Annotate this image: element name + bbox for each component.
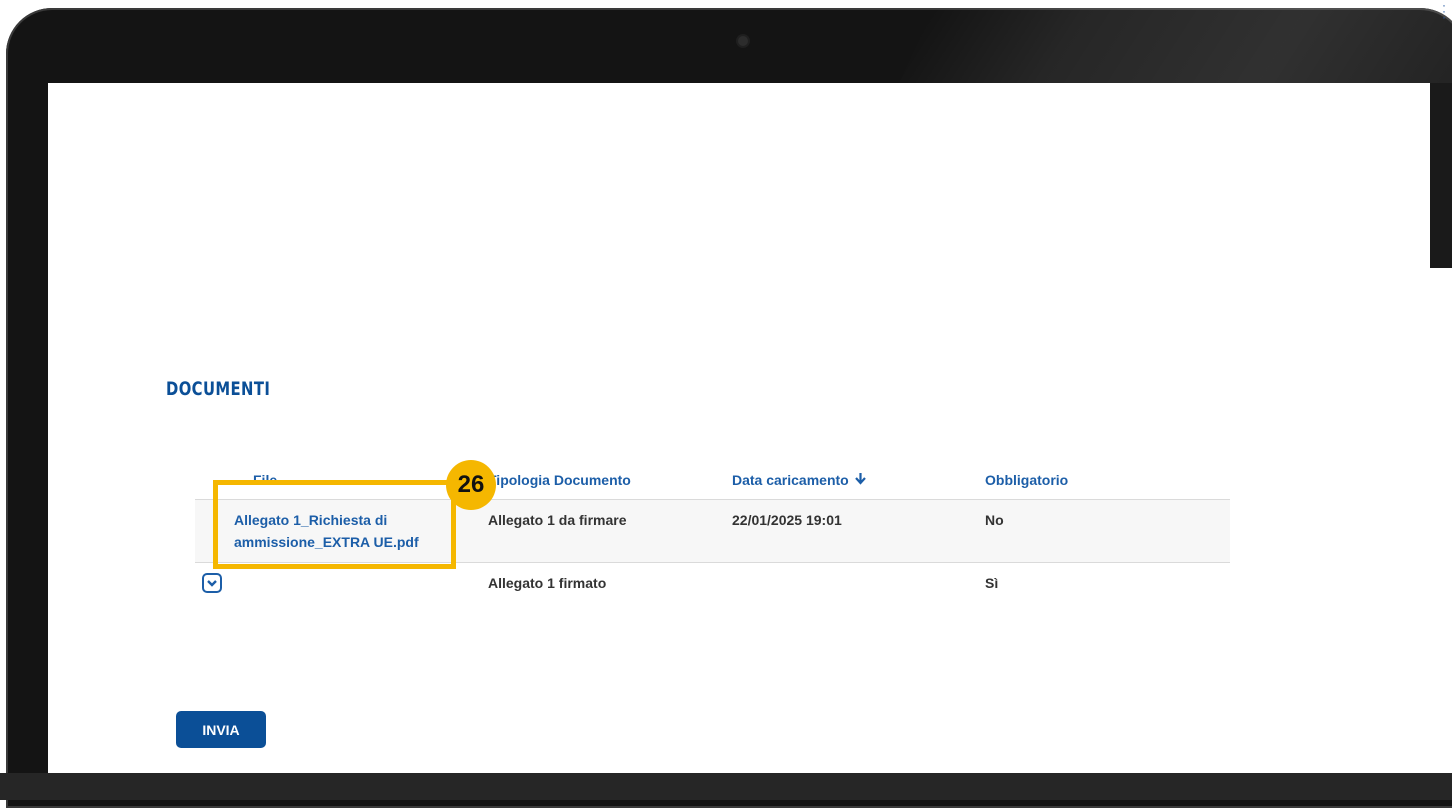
highlight-box	[213, 480, 456, 569]
cell-obbligatorio: Sì	[985, 575, 999, 591]
more-options-icon[interactable]: · · ·	[1442, 0, 1446, 23]
camera-icon	[738, 36, 748, 46]
cell-tipologia: Allegato 1 firmato	[488, 575, 607, 591]
column-header-data-label: Data caricamento	[732, 472, 849, 488]
column-header-tipologia[interactable]: Tipologia Documento	[488, 472, 631, 488]
step-badge: 26	[446, 460, 496, 510]
section-title: DOCUMENTI	[166, 378, 271, 400]
page-margin	[1430, 268, 1452, 800]
laptop-base	[0, 773, 1452, 800]
column-header-obbligatorio[interactable]: Obbligatorio	[985, 472, 1068, 488]
chevron-down-icon	[207, 579, 217, 587]
arrow-down-icon	[854, 472, 866, 488]
bezel-edge	[1430, 83, 1452, 268]
table-row: Allegato 1 firmato Sì	[195, 563, 1230, 607]
send-button[interactable]: INVIA	[176, 711, 266, 748]
column-header-data[interactable]: Data caricamento	[732, 472, 866, 488]
cell-tipologia: Allegato 1 da firmare	[488, 512, 627, 528]
cell-data: 22/01/2025 19:01	[732, 512, 842, 528]
expand-row-button[interactable]	[202, 573, 222, 593]
screen	[48, 83, 1430, 773]
cell-obbligatorio: No	[985, 512, 1004, 528]
